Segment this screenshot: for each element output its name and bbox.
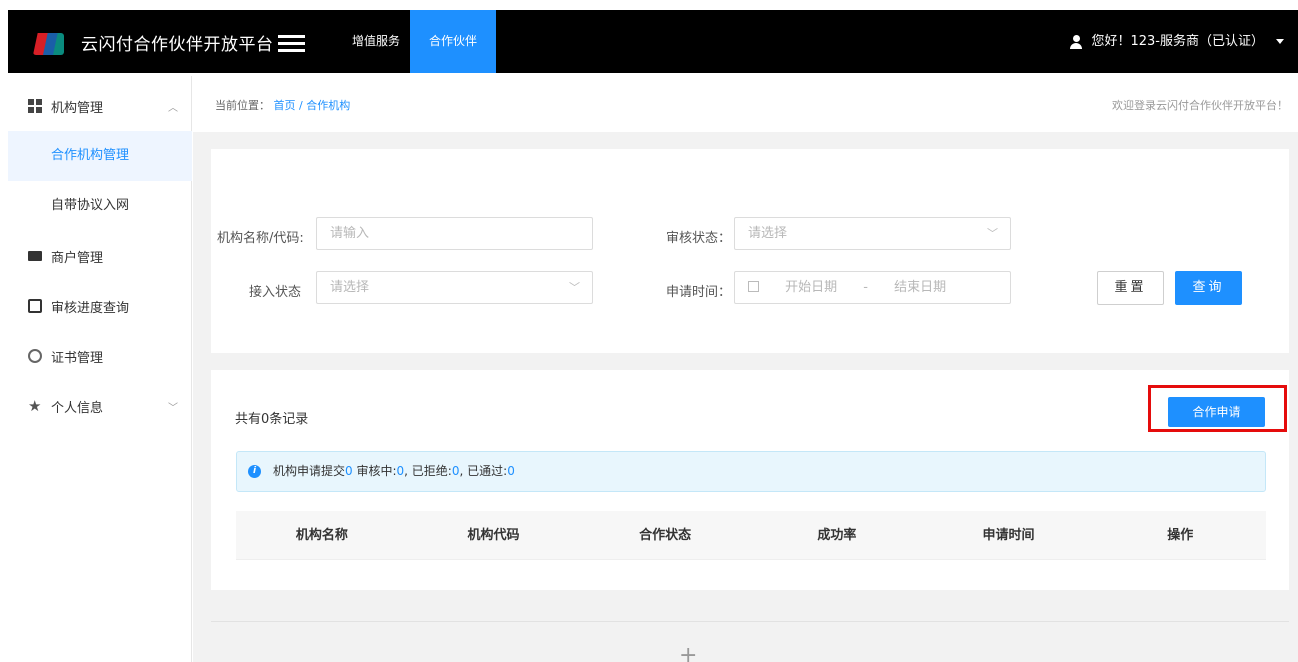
sidebar-item-label: 审核进度查询 [51,300,130,316]
sidebar-item-own-protocol-access[interactable]: 自带协议入网 [8,181,192,231]
nav-value-added-services[interactable]: 增值服务 [336,10,416,73]
user-icon [1069,34,1085,49]
sidebar-item-label: 个人信息 [51,400,104,416]
column-header-org-code: 机构代码 [467,528,520,543]
top-bar-inner: 云闪付合作伙伴开放平台 增值服务 合作伙伴 您好！123-服务商（已认证） [8,10,1298,73]
chevron-down-icon: ﹀ [569,281,580,294]
sidebar-item-certificate-management[interactable]: 证书管理 [8,331,192,381]
info-passed-label: , 已通过: [459,464,508,478]
date-start-placeholder[interactable]: 开始日期 [785,280,837,295]
date-end-placeholder[interactable]: 结束日期 [894,280,946,295]
info-icon: i [248,465,261,478]
table-header: 机构名称 机构代码 合作状态 成功率 申请时间 操作 [236,511,1266,560]
main-content: 当前位置： 首页 / 合作机构 欢迎登录云闪付合作伙伴开放平台！ 机构名称/代码… [193,76,1298,662]
breadcrumb-current: 合作机构 [306,99,351,112]
search-card: 机构名称/代码: 请输入 审核状态： 请选择 ﹀ 接入状态 请选择 ﹀ 申请时间… [211,149,1289,353]
org-name-placeholder: 请输入 [330,226,370,241]
info-reviewing-label: 审核中: [356,464,397,478]
chevron-down-icon: ﹀ [987,227,998,240]
chevron-down-icon[interactable] [1276,39,1284,44]
sidebar-item-review-progress[interactable]: 审核进度查询 [8,281,192,331]
list-card: 共有0条记录 合作申请 i 机构申请提交0 审核中:0, 已拒绝:0, 已通过:… [211,370,1289,590]
sidebar-item-org-management[interactable]: 机构管理 ︿ [8,81,192,131]
review-status-placeholder: 请选择 [748,226,788,241]
sidebar-item-personal-info[interactable]: ★ 个人信息 ﹀ [8,381,192,431]
shop-icon [28,251,42,261]
certificate-icon [28,349,42,363]
apply-time-label: 申请时间： [666,285,732,300]
star-icon: ★ [28,397,42,415]
sidebar-item-label: 证书管理 [51,350,104,366]
column-header-coop-status: 合作状态 [639,528,692,543]
user-menu[interactable]: 您好！123-服务商（已认证） [1069,10,1284,73]
access-status-placeholder: 请选择 [330,280,370,295]
access-status-select[interactable]: 请选择 ﹀ [316,271,593,304]
document-icon [28,299,42,313]
sidebar-item-merchant-management[interactable]: 商户管理 [8,231,192,281]
chevron-down-icon: ﹀ [168,402,178,414]
calendar-icon [748,281,759,292]
date-separator: - [863,280,868,295]
breadcrumb-prefix: 当前位置： [215,99,270,112]
nav-partners[interactable]: 合作伙伴 [410,10,496,73]
welcome-text: 欢迎登录云闪付合作伙伴开放平台！ [1112,99,1288,112]
app-title: 云闪付合作伙伴开放平台 [81,35,274,55]
info-passed-count: 0 [507,464,515,478]
grid-icon [28,99,42,113]
access-status-label: 接入状态 [249,285,302,300]
info-rejected-count: 0 [451,464,460,478]
record-count: 共有0条记录 [235,412,309,427]
sidebar-item-label: 机构管理 [51,100,104,116]
column-header-actions: 操作 [1167,528,1194,543]
divider [211,621,1289,622]
info-submitted-count: 0 [345,464,353,478]
reset-button[interactable]: 重置 [1097,271,1164,305]
info-submitted-label: 机构申请提交 [273,464,346,478]
column-header-success-rate: 成功率 [817,528,857,543]
info-rejected-label: , 已拒绝: [404,464,452,478]
hamburger-menu-icon[interactable] [278,35,305,52]
sidebar-item-partner-org-management[interactable]: 合作机构管理 [8,131,192,181]
breadcrumb: 当前位置： 首页 / 合作机构 [215,97,350,113]
column-header-apply-time: 申请时间 [982,528,1035,543]
top-bar: 云闪付合作伙伴开放平台 增值服务 合作伙伴 您好！123-服务商（已认证） [0,0,1298,76]
column-header-org-name: 机构名称 [295,528,348,543]
unionpay-logo [33,33,64,55]
user-greeting: 您好！123-服务商（已认证） [1091,34,1264,49]
breadcrumb-separator: / [299,99,303,112]
plus-icon[interactable]: + [679,645,697,662]
query-button[interactable]: 查询 [1175,271,1242,305]
sidebar: 机构管理 ︿ 合作机构管理 自带协议入网 商户管理 审核进度查询 证书管理 ★ … [8,76,192,662]
highlight-box [1148,385,1287,432]
info-alert: i 机构申请提交0 审核中:0, 已拒绝:0, 已通过:0 [236,451,1266,492]
breadcrumb-bar: 当前位置： 首页 / 合作机构 欢迎登录云闪付合作伙伴开放平台！ [193,76,1298,132]
org-name-label: 机构名称/代码: [217,231,304,246]
review-status-select[interactable]: 请选择 ﹀ [734,217,1011,250]
chevron-up-icon: ︿ [168,102,178,114]
breadcrumb-home-link[interactable]: 首页 [274,99,296,112]
sidebar-item-label: 商户管理 [51,250,104,266]
review-status-label: 审核状态： [666,231,732,246]
apply-time-range-picker[interactable]: 开始日期 - 结束日期 [734,271,1011,304]
org-name-input[interactable]: 请输入 [316,217,593,250]
